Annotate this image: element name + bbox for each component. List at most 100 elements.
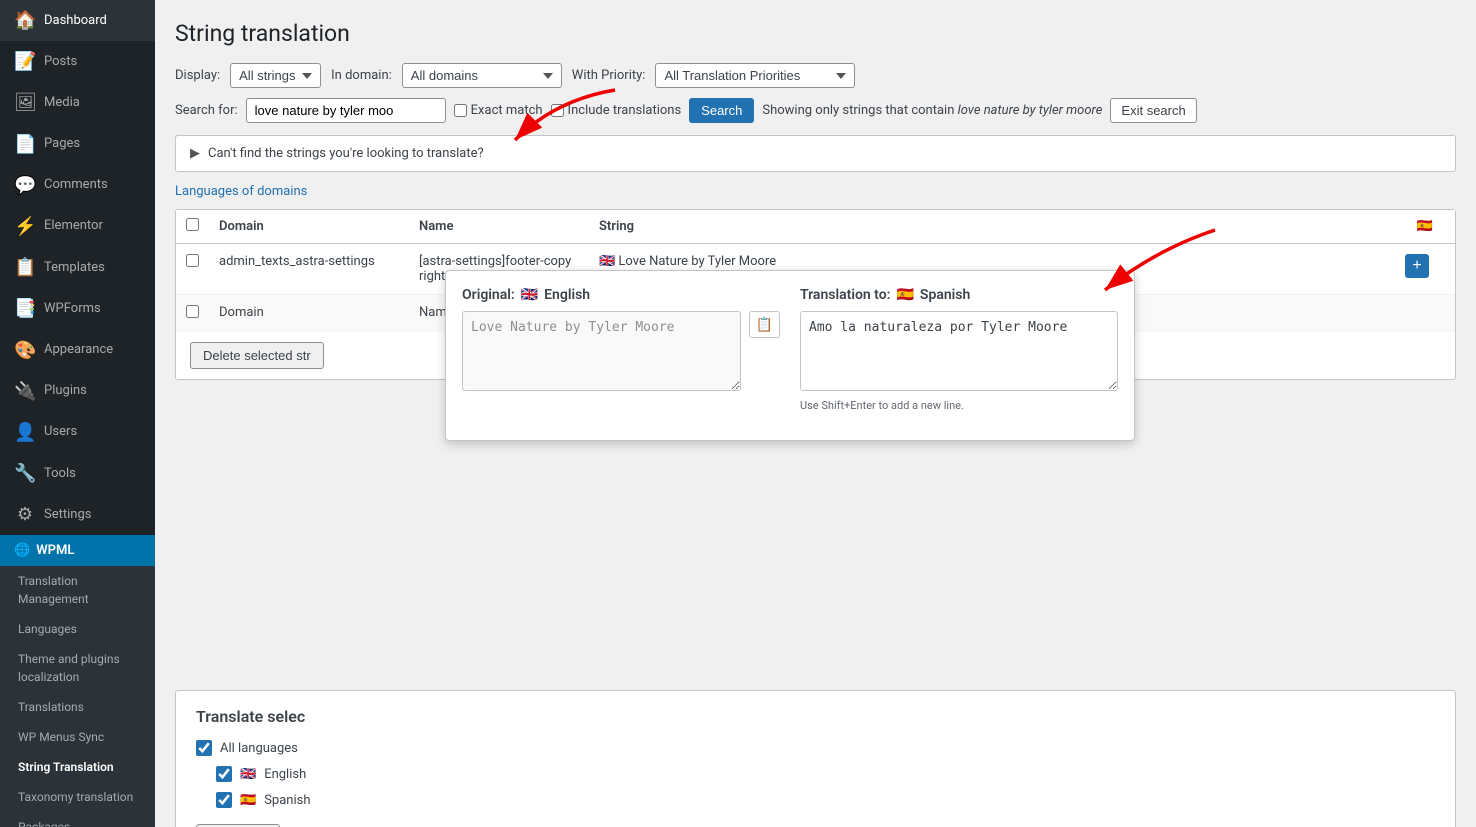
row-domain-2: Domain	[209, 295, 409, 333]
original-textarea	[462, 311, 741, 391]
translation-flag-icon: 🇪🇸	[896, 287, 913, 303]
search-input[interactable]	[246, 98, 446, 123]
translate-section: Translate selec All languages 🇬🇧 English…	[175, 690, 1456, 827]
sidebar-item-wp-menus-sync[interactable]: WP Menus Sync	[0, 722, 155, 752]
sidebar-item-string-translation[interactable]: String Translation	[0, 752, 155, 782]
wpforms-icon: 📑	[14, 296, 36, 321]
sidebar-item-posts[interactable]: 📝 Posts	[0, 41, 155, 82]
appearance-icon: 🎨	[14, 338, 36, 363]
in-domain-label: In domain:	[331, 68, 392, 83]
row-checkbox[interactable]	[186, 254, 199, 267]
accordion[interactable]: ▶ Can't find the strings you're looking …	[175, 135, 1456, 172]
search-button[interactable]: Search	[689, 98, 754, 123]
spanish-flag-icon: 🇪🇸	[240, 793, 256, 808]
select-all-checkbox[interactable]	[186, 218, 199, 231]
column-string: String	[589, 210, 1395, 244]
wpml-icon: 🌐	[14, 543, 30, 558]
main-content: String translation Display: All strings …	[155, 0, 1476, 827]
with-priority-label: With Priority:	[572, 68, 646, 83]
popup-divider	[780, 287, 800, 412]
page-title: String translation	[175, 20, 1456, 47]
pages-icon: 📄	[14, 132, 36, 157]
media-icon: 🖼	[14, 90, 36, 115]
copy-to-translation-button[interactable]: 📋	[749, 311, 780, 338]
settings-icon: ⚙	[14, 502, 36, 527]
column-name: Name	[409, 210, 589, 244]
popup-header: Original: 🇬🇧 English 📋 Translation to: 🇪…	[462, 287, 1118, 412]
sidebar-item-comments[interactable]: 💬 Comments	[0, 165, 155, 206]
sidebar-item-appearance[interactable]: 🎨 Appearance	[0, 330, 155, 371]
row-action-cell: +	[1395, 244, 1455, 295]
english-language-item: 🇬🇧 English	[196, 766, 1435, 782]
templates-icon: 📋	[14, 255, 36, 280]
wpml-section: Translation Management Languages Theme a…	[0, 566, 155, 827]
language-list: All languages 🇬🇧 English 🇪🇸 Spanish	[196, 740, 1435, 808]
display-label: Display:	[175, 68, 220, 83]
users-icon: 👤	[14, 420, 36, 445]
sidebar-item-taxonomy-translation[interactable]: Taxonomy translation	[0, 782, 155, 812]
with-priority-select[interactable]: All Translation Priorities	[655, 63, 855, 88]
popup-hint: Use Shift+Enter to add a new line.	[800, 399, 1118, 412]
popup-translation-title: Translation to: 🇪🇸 Spanish	[800, 287, 1118, 303]
sidebar-item-elementor[interactable]: ⚡ Elementor	[0, 206, 155, 247]
popup-original-title: Original: 🇬🇧 English	[462, 287, 780, 303]
showing-text: Showing only strings that contain love n…	[762, 103, 1102, 118]
accordion-arrow-icon: ▶	[190, 146, 200, 161]
sidebar-item-theme-plugins-localization[interactable]: Theme and plugins localization	[0, 644, 155, 692]
comments-icon: 💬	[14, 173, 36, 198]
row-checkbox-2[interactable]	[186, 305, 199, 318]
row-domain: admin_texts_astra-settings	[209, 244, 409, 295]
search-bar: Search for: Exact match Include translat…	[175, 98, 1456, 123]
sidebar-item-pages[interactable]: 📄 Pages	[0, 124, 155, 165]
spanish-language-item: 🇪🇸 Spanish	[196, 792, 1435, 808]
exit-search-button[interactable]: Exit search	[1110, 98, 1196, 123]
sidebar-item-packages[interactable]: Packages	[0, 812, 155, 827]
languages-of-domains-link[interactable]: Languages of domains	[175, 184, 307, 199]
sidebar-item-settings[interactable]: ⚙ Settings	[0, 494, 155, 535]
include-translations-checkbox[interactable]	[551, 104, 564, 117]
sidebar-item-translation-management[interactable]: Translation Management	[0, 566, 155, 614]
english-flag-icon: 🇬🇧	[240, 767, 256, 782]
spanish-checkbox[interactable]	[216, 792, 232, 808]
add-translation-button[interactable]: +	[1405, 254, 1429, 278]
popup-translation-col: Translation to: 🇪🇸 Spanish Use Shift+Ent…	[800, 287, 1118, 412]
sidebar: 🏠 Dashboard 📝 Posts 🖼 Media 📄 Pages 💬 Co…	[0, 0, 155, 827]
sidebar-item-languages[interactable]: Languages	[0, 614, 155, 644]
translation-textarea[interactable]	[800, 311, 1118, 391]
sidebar-item-media[interactable]: 🖼 Media	[0, 82, 155, 123]
elementor-icon: ⚡	[14, 214, 36, 239]
sidebar-item-users[interactable]: 👤 Users	[0, 412, 155, 453]
sidebar-item-templates[interactable]: 📋 Templates	[0, 247, 155, 288]
in-domain-select[interactable]: All domains	[402, 63, 562, 88]
posts-icon: 📝	[14, 49, 36, 74]
sidebar-item-wpforms[interactable]: 📑 WPForms	[0, 288, 155, 329]
sidebar-item-tools[interactable]: 🔧 Tools	[0, 453, 155, 494]
dashboard-icon: 🏠	[14, 8, 36, 33]
column-spanish-flag: 🇪🇸	[1395, 210, 1455, 244]
exact-match-checkbox[interactable]	[454, 104, 467, 117]
include-translations-checkbox-label[interactable]: Include translations	[551, 103, 682, 118]
sidebar-item-plugins[interactable]: 🔌 Plugins	[0, 371, 155, 412]
delete-selected-button[interactable]: Delete selected str	[190, 342, 324, 369]
plugins-icon: 🔌	[14, 379, 36, 404]
search-for-label: Search for:	[175, 103, 238, 118]
flag-icon: 🇬🇧	[599, 254, 615, 269]
all-languages-checkbox[interactable]	[196, 740, 212, 756]
column-domain: Domain	[209, 210, 409, 244]
filter-bar: Display: All strings In domain: All doma…	[175, 63, 1456, 88]
languages-link-container: Languages of domains	[175, 184, 1456, 199]
translate-section-title: Translate selec	[196, 707, 1435, 726]
wpml-header[interactable]: 🌐 WPML	[0, 535, 155, 566]
all-languages-item: All languages	[196, 740, 1435, 756]
sidebar-item-dashboard[interactable]: 🏠 Dashboard	[0, 0, 155, 41]
original-flag-icon: 🇬🇧	[521, 287, 538, 303]
display-select[interactable]: All strings	[230, 63, 321, 88]
translation-popup: Original: 🇬🇧 English 📋 Translation to: 🇪…	[445, 270, 1135, 441]
row-action-cell-2	[1395, 295, 1455, 333]
popup-original-col: Original: 🇬🇧 English 📋	[462, 287, 780, 412]
exact-match-checkbox-label[interactable]: Exact match	[454, 103, 543, 118]
english-checkbox[interactable]	[216, 766, 232, 782]
sidebar-item-translations[interactable]: Translations	[0, 692, 155, 722]
original-textarea-row: 📋	[462, 311, 780, 391]
tools-icon: 🔧	[14, 461, 36, 486]
